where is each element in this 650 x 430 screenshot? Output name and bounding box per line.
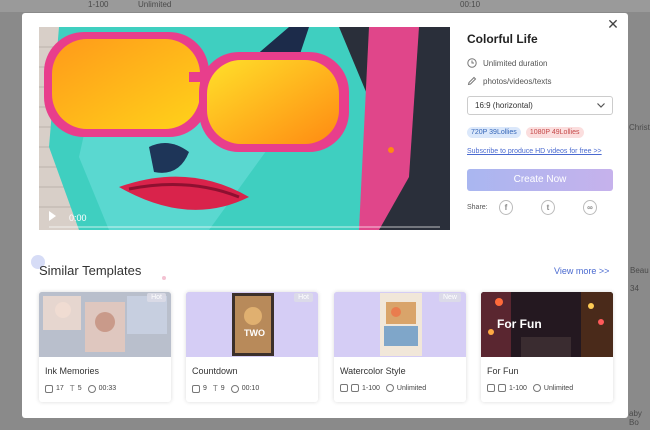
subscribe-link[interactable]: Subscribe to produce HD videos for free … — [467, 145, 617, 159]
duration: 00:10 — [241, 385, 260, 392]
aspect-ratio-value: 16:9 (horizontal) — [475, 101, 533, 110]
background-text: 34 — [630, 284, 639, 293]
create-now-button[interactable]: Create Now — [467, 169, 613, 191]
similar-templates-list: Hot Ink Memories 17 T 5 00:33 TWO Hot Co… — [39, 292, 615, 402]
template-card-countdown[interactable]: TWO Hot Countdown 9 T 9 00:10 — [186, 292, 318, 402]
clock-icon — [87, 384, 96, 393]
media-count: 1-100 — [509, 384, 527, 392]
template-name: Countdown — [192, 366, 238, 376]
background-text: Christ — [629, 123, 650, 132]
image-icon — [340, 384, 348, 392]
image-icon — [192, 384, 200, 393]
template-meta: 9 T 9 00:10 — [192, 384, 265, 393]
hot-tag: Hot — [294, 293, 313, 302]
play-icon[interactable] — [49, 211, 56, 221]
video-icon — [351, 384, 359, 392]
background-text: 1-100 — [88, 0, 109, 9]
decorative-dot — [162, 276, 166, 280]
video-time: 0:00 — [69, 213, 87, 223]
duration: Unlimited — [396, 384, 427, 392]
share-label: Share: — [467, 204, 488, 211]
video-player[interactable]: 0:00 — [39, 27, 450, 230]
price-badges: 720P 39Lollies 1080P 49Lollies — [467, 127, 617, 138]
twitter-icon[interactable]: t — [541, 200, 555, 215]
duration-row: Unlimited duration — [467, 58, 617, 68]
background-text: Beau — [630, 266, 649, 275]
link-icon[interactable]: ∞ — [583, 200, 597, 215]
thumbnail-title: For Fun — [497, 317, 542, 331]
template-name: Watercolor Style — [340, 366, 406, 376]
media-types-text: photos/videos/texts — [483, 76, 552, 86]
media-types-row: photos/videos/texts — [467, 76, 617, 86]
similar-templates-heading: Similar Templates — [39, 263, 142, 278]
hot-tag: Hot — [147, 293, 166, 302]
template-name: Ink Memories — [45, 366, 100, 376]
template-meta: 17 T 5 00:33 — [45, 384, 122, 393]
facebook-icon[interactable]: f — [499, 200, 513, 215]
text-icon: T — [212, 384, 218, 393]
price-720-badge[interactable]: 720P 39Lollies — [467, 127, 521, 138]
duration: 00:33 — [98, 385, 117, 392]
background-text: Unlimited — [138, 0, 172, 9]
video-icon — [498, 384, 506, 392]
view-more-link[interactable]: View more >> — [554, 266, 609, 276]
template-meta: 1-100 Unlimited — [340, 384, 432, 392]
media-count: 1-100 — [362, 384, 380, 392]
text-icon: T — [69, 384, 75, 393]
pencil-icon — [467, 76, 477, 86]
template-card-watercolor-style[interactable]: New Watercolor Style 1-100 Unlimited — [334, 292, 466, 402]
clock-icon — [467, 58, 477, 68]
background-text: aby Bo — [629, 409, 642, 427]
svg-text:TWO: TWO — [244, 328, 265, 338]
image-count: 17 — [56, 385, 64, 392]
background-text: 00:10 — [460, 0, 481, 9]
template-info-panel: Colorful Life Unlimited duration photos/… — [467, 27, 617, 215]
text-count: 9 — [220, 385, 225, 392]
clock-icon — [230, 384, 239, 393]
duration: Unlimited — [543, 384, 574, 392]
share-row: Share: f t ∞ — [467, 200, 617, 215]
duration-text: Unlimited duration — [483, 58, 548, 68]
video-controls: 0:00 — [39, 200, 450, 230]
price-1080-badge[interactable]: 1080P 49Lollies — [525, 127, 584, 138]
template-preview-modal: ✕ 0:00 Colorful Life Unlimited duration … — [22, 13, 628, 418]
template-title: Colorful Life — [467, 32, 538, 46]
image-count: 9 — [203, 385, 207, 392]
template-meta: 1-100 Unlimited — [487, 384, 579, 392]
template-card-ink-memories[interactable]: Hot Ink Memories 17 T 5 00:33 — [39, 292, 171, 402]
text-count: 5 — [77, 385, 82, 392]
aspect-ratio-select[interactable]: 16:9 (horizontal) — [467, 96, 613, 115]
image-icon — [487, 384, 495, 392]
image-icon — [45, 384, 53, 393]
video-progress-bar[interactable] — [49, 226, 440, 228]
template-card-for-fun[interactable]: For Fun For Fun 1-100 Unlimited — [481, 292, 613, 402]
clock-icon — [385, 384, 394, 392]
clock-icon — [532, 384, 541, 392]
template-thumbnail: For Fun — [481, 292, 613, 357]
new-tag: New — [438, 293, 461, 302]
chevron-down-icon — [597, 103, 605, 108]
template-name: For Fun — [487, 366, 519, 376]
